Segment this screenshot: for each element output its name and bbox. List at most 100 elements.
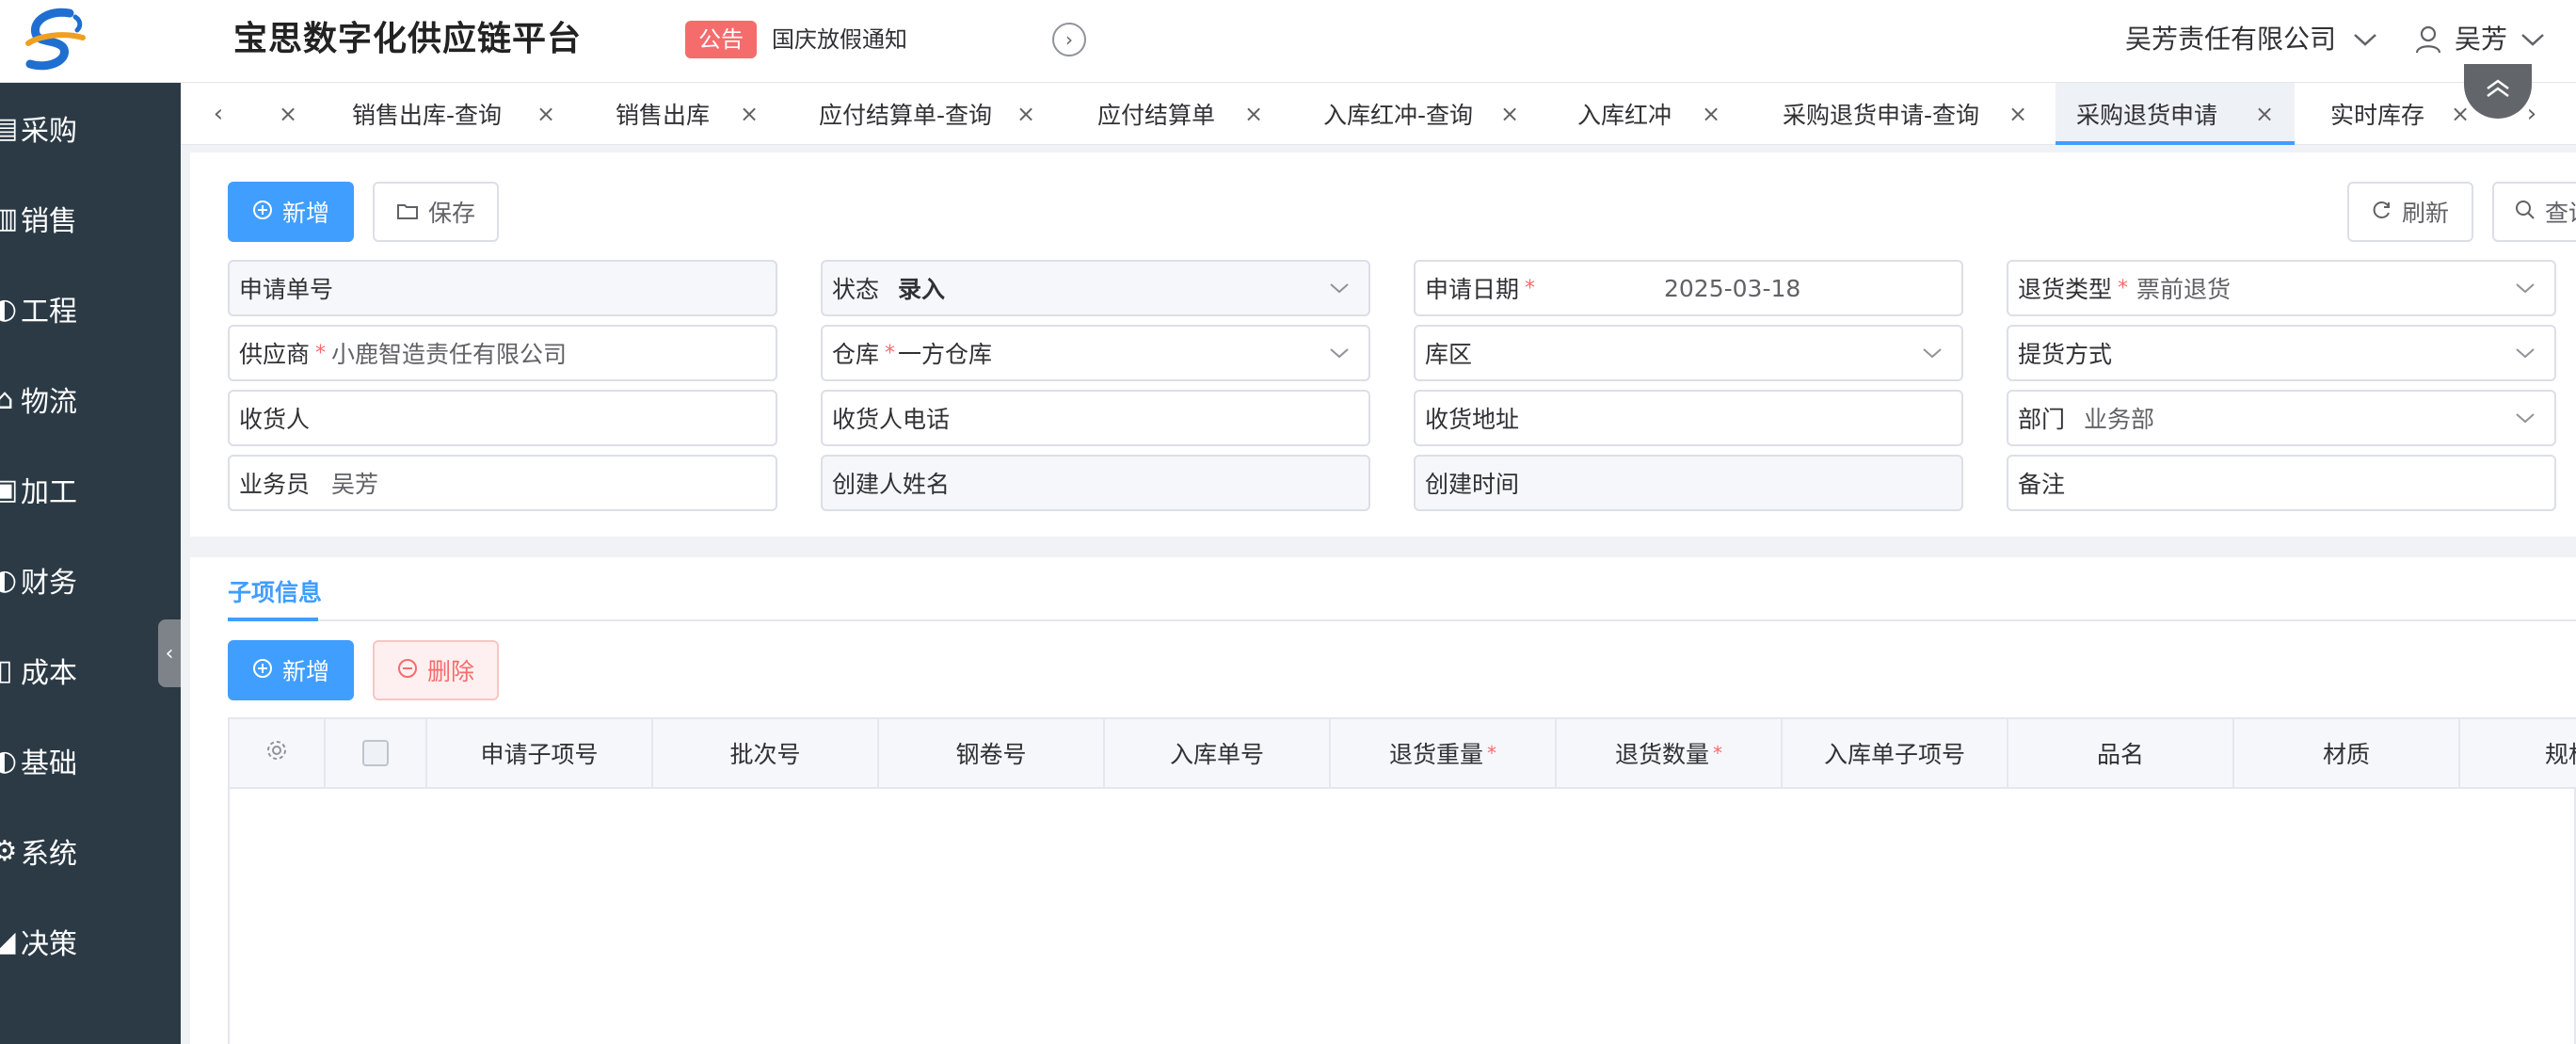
pickup-method-select[interactable]: 提货方式 <box>2007 325 2556 381</box>
chart-icon: ▥ <box>0 201 19 235</box>
close-icon[interactable]: × <box>2008 101 2027 127</box>
tab-bar: ‹ × 销售出库-查询 × 销售出库 × 应付结算单-查询 × 应付结算单 × … <box>181 83 2576 145</box>
tab-payable-settlement[interactable]: 应付结算单 × <box>1056 83 1282 145</box>
zone-select[interactable]: 库区 <box>1414 325 1963 381</box>
gear-icon: ⚙ <box>0 834 18 868</box>
tab-sales-outbound[interactable]: 销售出库 × <box>574 83 772 145</box>
close-icon[interactable]: × <box>2255 101 2274 127</box>
tab-sales-outbound-query[interactable]: 销售出库-查询 × <box>322 83 567 145</box>
status-select[interactable]: 状态 录入 <box>821 260 1370 316</box>
supplier-field[interactable]: 供应商 * 小鹿智造责任有限公司 <box>228 325 777 381</box>
items-table: 申请子项号 批次号 钢卷号 入库单号 退货重量 * 退货数量 * 入库单子项号 品名… <box>228 717 2576 1044</box>
column-header: 退货数量 * <box>1557 719 1783 787</box>
column-header: 品名 <box>2008 719 2234 787</box>
column-header: 规格 <box>2545 741 2576 768</box>
chevron-down-icon <box>2515 342 2536 365</box>
sidebar-collapse-button[interactable]: ‹ <box>158 619 181 687</box>
save-button[interactable]: 保存 <box>373 182 499 242</box>
refresh-button[interactable]: 刷新 <box>2347 182 2473 242</box>
apply-date-field[interactable]: 申请日期 * 2025-03-18 <box>1414 260 1963 316</box>
column-header: 入库单号 <box>1105 719 1331 787</box>
query-button[interactable]: 查询 <box>2492 182 2576 242</box>
close-icon[interactable]: × <box>1702 101 1720 127</box>
chevron-down-icon <box>1329 277 1350 300</box>
box-icon: ▣ <box>0 473 19 506</box>
chevron-left-icon: ‹ <box>165 641 174 666</box>
column-header: 材质 <box>2234 719 2460 787</box>
chevron-down-icon <box>1329 342 1350 365</box>
add-button[interactable]: 新增 <box>228 182 354 242</box>
close-icon[interactable]: × <box>740 101 759 127</box>
remark-field[interactable]: 备注 <box>2007 455 2556 511</box>
form-panel: 新增 保存 刷新 查询 申请单号 状态 录入 申请日期* 2025-03-18 … <box>190 153 2576 537</box>
user-icon <box>2415 25 2441 54</box>
minus-circle-icon <box>397 657 418 684</box>
circle-icon: ◐ <box>0 744 18 778</box>
detail-panel: 子项信息 新增 删除 申请子项号 批次号 钢卷号 入库单号 退货重量 * 退货数… <box>190 557 2576 1044</box>
home-icon: ⌂ <box>0 382 14 416</box>
chevron-left-icon: ‹ <box>213 100 224 128</box>
tab-purchase-return[interactable]: 采购退货申请 × <box>2056 83 2295 145</box>
delete-item-button[interactable]: 删除 <box>373 640 499 700</box>
sidebar-item-system[interactable]: ⚙ 系统 <box>0 806 181 896</box>
add-item-button[interactable]: 新增 <box>228 640 354 700</box>
tab-inbound-reversal-query[interactable]: 入库红冲-查询 × <box>1291 83 1536 145</box>
column-settings-cell[interactable] <box>230 719 326 787</box>
chevron-right-icon: › <box>2526 100 2537 128</box>
sidebar-item-logistics[interactable]: ⌂ 物流 <box>0 354 181 444</box>
close-icon[interactable]: × <box>1244 101 1263 127</box>
close-icon[interactable]: × <box>1500 101 1519 127</box>
sidebar-item-purchase[interactable]: ▤ 采购 <box>0 83 181 173</box>
salesman-field[interactable]: 业务员 吴芳 <box>228 455 777 511</box>
sidebar-item-engineering[interactable]: ◐ 工程 <box>0 264 181 354</box>
column-header: 入库单子项号 <box>1783 719 2008 787</box>
return-type-select[interactable]: 退货类型 * 票前退货 <box>2007 260 2556 316</box>
company-name: 吴芳责任有限公司 <box>2125 24 2337 55</box>
notice-badge: 公告 <box>685 21 757 58</box>
creator-name-field[interactable]: 创建人姓名 <box>821 455 1370 511</box>
select-all-checkbox[interactable] <box>362 740 389 766</box>
column-header: 退货重量 * <box>1331 719 1557 787</box>
chevron-down-icon <box>2515 277 2536 300</box>
tab-purchase-return-query[interactable]: 采购退货申请-查询 × <box>1752 83 2044 145</box>
sidebar-item-sales[interactable]: ▥ 销售 <box>0 173 181 264</box>
sidebar-item-finance[interactable]: ◐ 财务 <box>0 535 181 625</box>
warehouse-select[interactable]: 仓库 * 一方仓库 <box>821 325 1370 381</box>
department-select[interactable]: 部门 业务部 <box>2007 390 2556 446</box>
company-switcher[interactable]: 吴芳责任有限公司 <box>2125 21 2377 58</box>
circle-icon: ◐ <box>0 563 18 597</box>
chevron-down-icon <box>2353 32 2377 47</box>
select-all-cell <box>326 719 427 787</box>
tab-close-hidden[interactable]: × <box>279 83 307 145</box>
create-time-field[interactable]: 创建时间 <box>1414 455 1963 511</box>
notice-text[interactable]: 国庆放假通知 <box>772 21 907 58</box>
tab-sub-items[interactable]: 子项信息 <box>228 574 322 608</box>
tab-inbound-reversal[interactable]: 入库红冲 × <box>1545 83 1743 145</box>
chevron-right-icon[interactable]: › <box>1052 23 1086 56</box>
chevron-down-icon <box>1922 342 1943 365</box>
receiver-phone-field[interactable]: 收货人电话 <box>821 390 1370 446</box>
app-title: 宝思数字化供应链平台 <box>233 20 583 58</box>
apply-no-field[interactable]: 申请单号 <box>228 260 777 316</box>
receiver-address-field[interactable]: 收货地址 <box>1414 390 1963 446</box>
receiver-field[interactable]: 收货人 <box>228 390 777 446</box>
search-icon <box>2515 199 2536 226</box>
tab-scroll-left-button[interactable]: ‹ <box>200 83 237 145</box>
top-header: 宝思数字化供应链平台 公告 国庆放假通知 › 吴芳责任有限公司 吴芳 <box>0 0 2576 83</box>
chevron-down-icon <box>2515 407 2536 430</box>
close-icon[interactable]: × <box>1016 101 1035 127</box>
user-menu[interactable]: 吴芳 <box>2415 21 2545 58</box>
close-icon[interactable]: × <box>536 101 555 127</box>
sidebar-item-cost[interactable]: ▯ 成本 <box>0 625 181 715</box>
user-name: 吴芳 <box>2455 24 2508 55</box>
close-icon[interactable]: × <box>2451 101 2470 127</box>
sidebar-item-decision[interactable]: ◢ 决策 <box>0 896 181 987</box>
sidebar: ▤ 采购 ▥ 销售 ◐ 工程 ⌂ 物流 ▣ 加工 ◐ 财务 ▯ 成本 ◐ 基础 ⚙ 系统 ◢ 决策 <box>0 83 181 1044</box>
close-icon[interactable]: × <box>279 101 297 127</box>
circle-icon: ◐ <box>0 292 18 326</box>
tab-payable-settlement-query[interactable]: 应付结算单-查询 × <box>783 83 1047 145</box>
sidebar-item-processing[interactable]: ▣ 加工 <box>0 444 181 535</box>
column-header: 批次号 <box>653 719 879 787</box>
double-chevron-up-icon <box>2484 77 2512 105</box>
sidebar-item-basic[interactable]: ◐ 基础 <box>0 715 181 806</box>
